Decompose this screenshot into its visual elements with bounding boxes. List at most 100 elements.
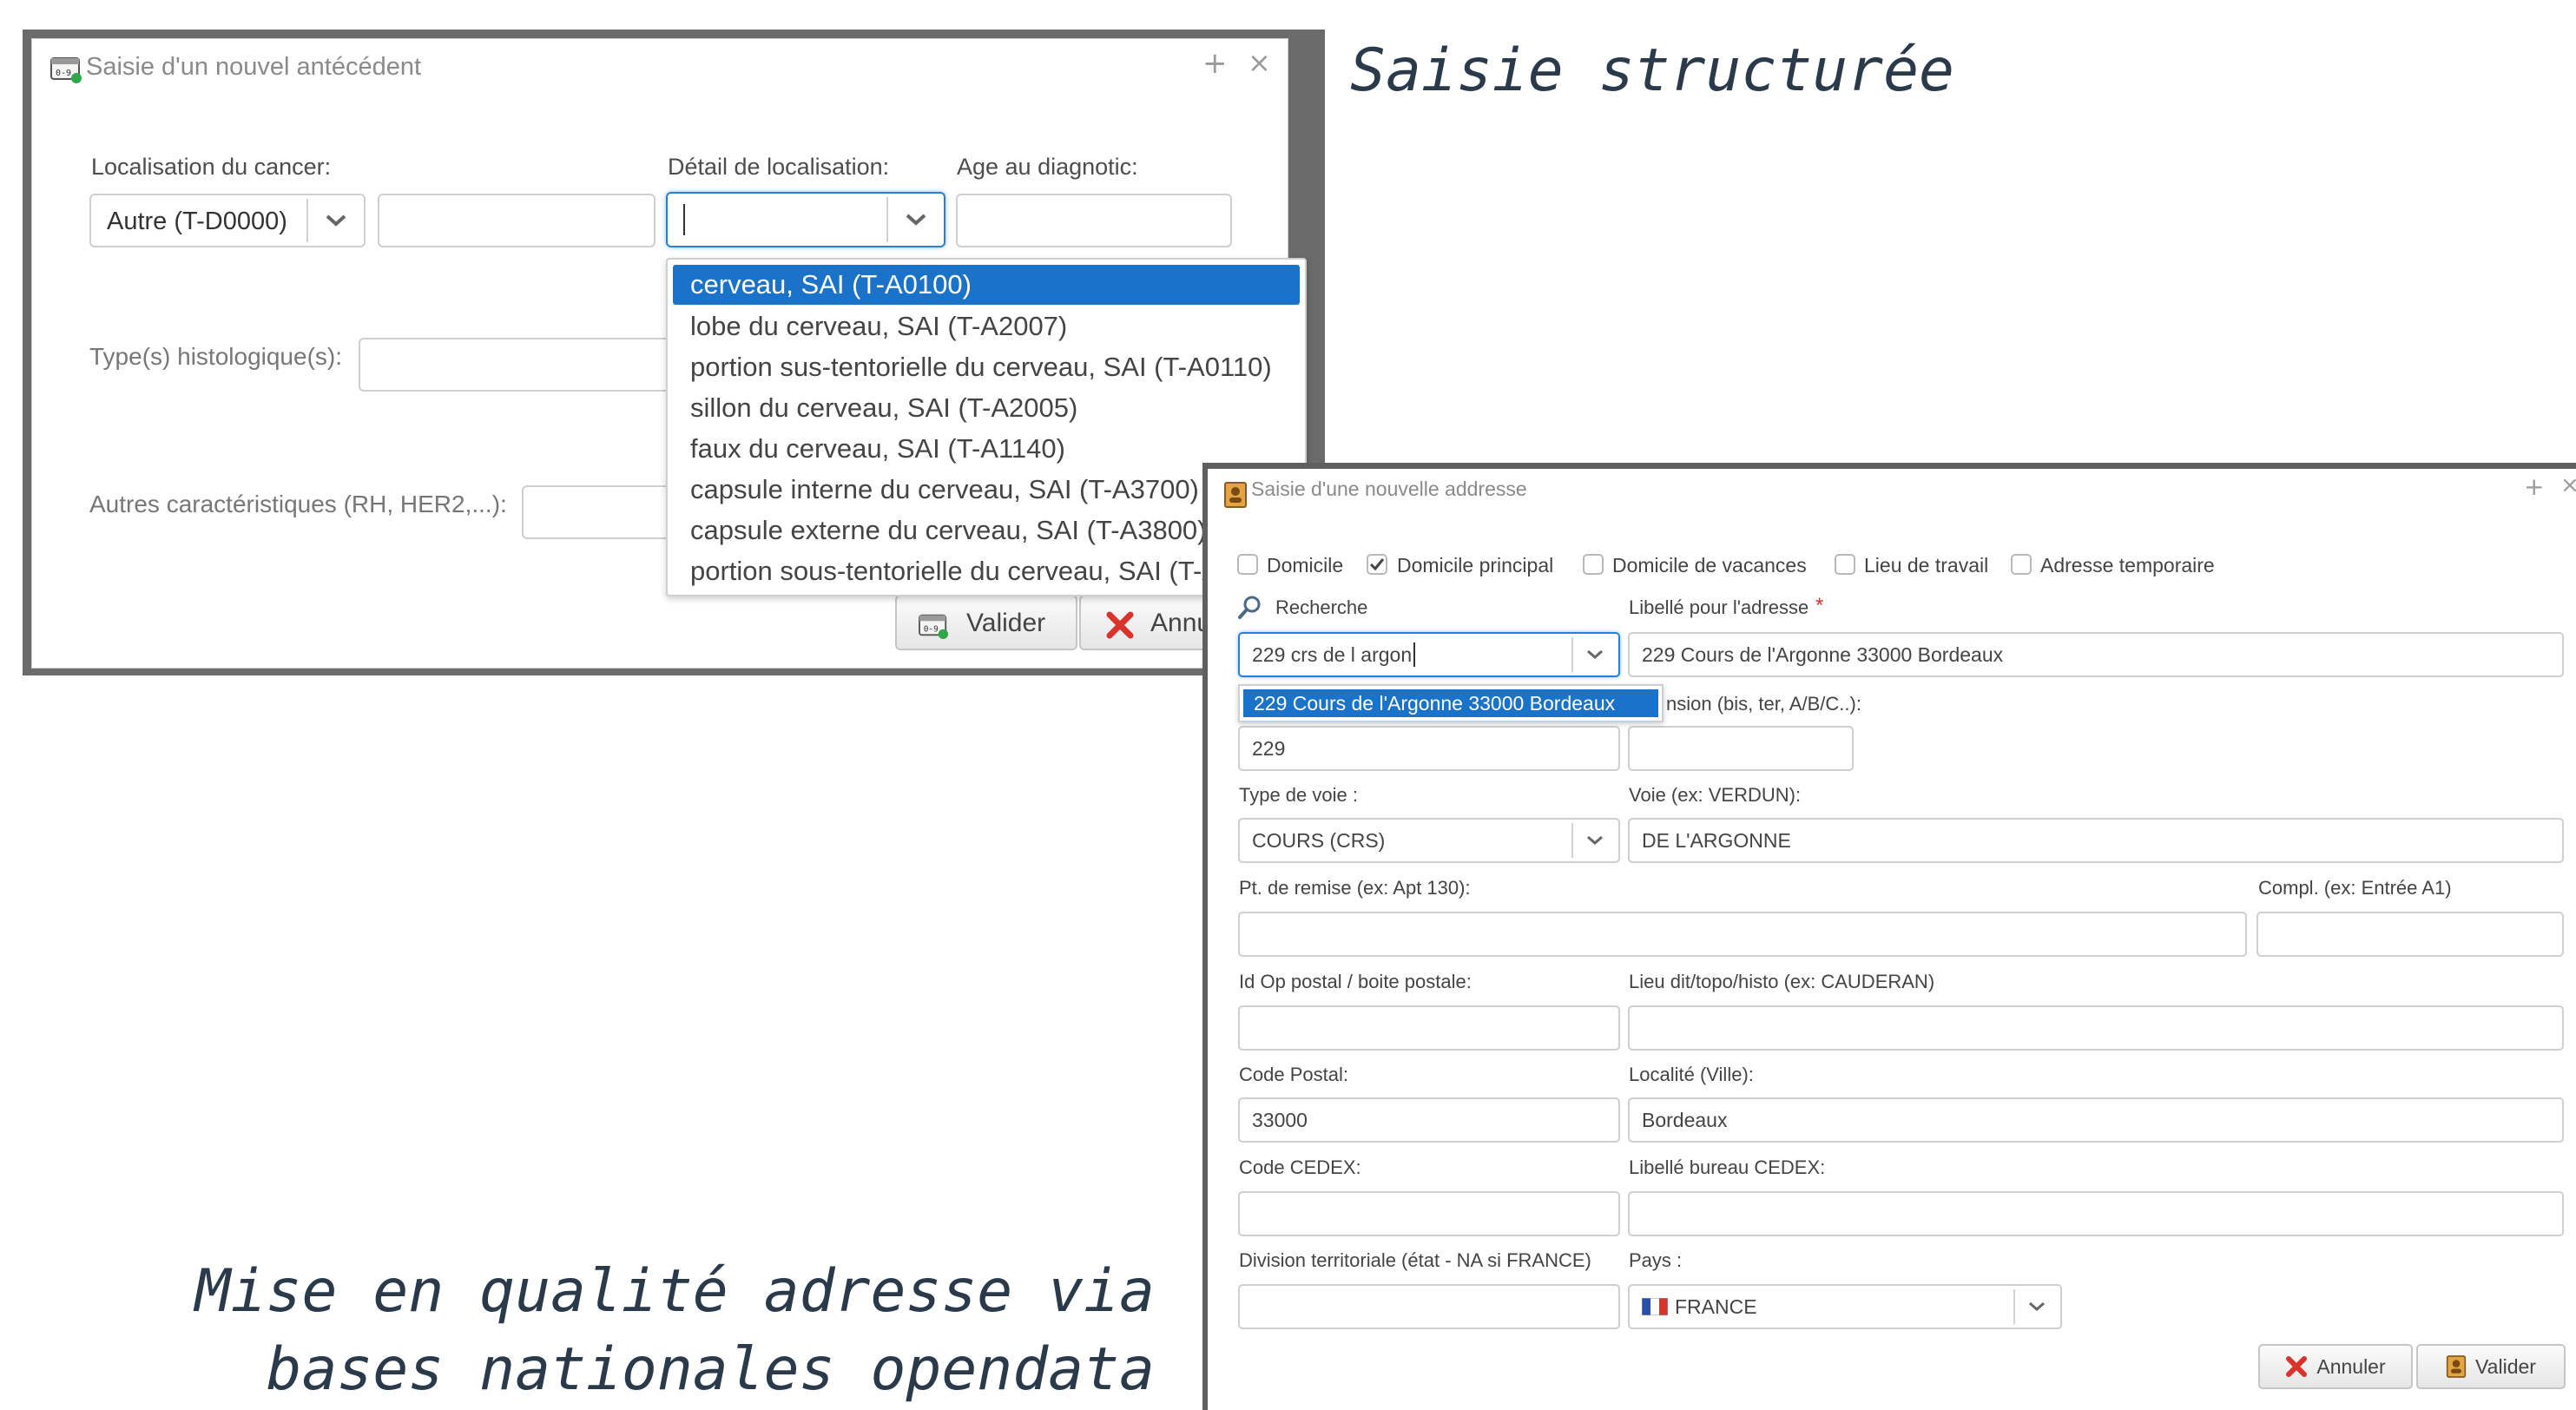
text-cursor: [1413, 642, 1416, 667]
checkbox-adresse-temporaire[interactable]: [2011, 554, 2032, 575]
recherche-input[interactable]: 229 crs de l argon: [1238, 632, 1620, 677]
valider-label: Valider: [966, 609, 1046, 637]
checkmark-icon: [1369, 558, 1385, 571]
text-cursor: [683, 204, 685, 235]
label-localite: Localité (Ville):: [1629, 1064, 1754, 1085]
address-book-icon: [2446, 1355, 2467, 1378]
dropdown-option[interactable]: lobe du cerveau, SAI (T-A2007): [673, 306, 1067, 346]
label-localisation: Localisation du cancer:: [91, 154, 332, 180]
caption-mise-en-qualite-line2: bases nationales opendata: [266, 1335, 1156, 1404]
svg-text:0-9: 0-9: [924, 625, 939, 635]
label-code-cedex: Code CEDEX:: [1239, 1156, 1361, 1178]
dialog-nouvelle-adresse: Saisie d'une nouvelle addresse + × Domic…: [1208, 469, 2576, 1410]
age-diagnostic-input[interactable]: [956, 194, 1232, 247]
annuler-button[interactable]: Annu: [1079, 595, 1218, 650]
localisation-value: Autre (T-D0000): [107, 208, 287, 235]
checkbox-domicile-principal[interactable]: [1367, 554, 1387, 575]
label-lieu-dit: Lieu dit/topo/histo (ex: CAUDERAN): [1629, 971, 1935, 992]
calendar-icon: 0-9: [50, 57, 82, 83]
close-icon[interactable]: ×: [2560, 472, 2576, 498]
dropdown-option[interactable]: capsule interne du cerveau, SAI (T-A3700…: [673, 470, 1199, 510]
recherche-suggestions: 229 Cours de l'Argonne 33000 Bordeaux: [1238, 684, 1664, 722]
maximize-icon[interactable]: +: [2524, 472, 2544, 501]
checkbox-label: Lieu de travail: [1864, 554, 1989, 577]
annuler-label: Annuler: [2316, 1354, 2386, 1378]
label-pays: Pays :: [1629, 1249, 1683, 1271]
annuler-button[interactable]: Annuler: [2258, 1344, 2413, 1389]
checkbox-lieu-travail[interactable]: [1835, 554, 1855, 575]
dropdown-option[interactable]: portion sus-tentorielle du cerveau, SAI …: [673, 347, 1272, 387]
dialog-nouvel-antecedent: 0-9 Saisie d'un nouvel antécédent + × Lo…: [31, 38, 1307, 669]
id-op-postal-input[interactable]: [1238, 1005, 1620, 1051]
caption-saisie-structuree: Saisie structurée: [1350, 36, 1954, 105]
dialog1-title: Saisie d'un nouvel antécédent: [86, 53, 422, 81]
dropdown-option[interactable]: faux du cerveau, SAI (T-A1140): [673, 429, 1065, 469]
type-voie-toggle[interactable]: [1571, 823, 1617, 858]
chevron-down-icon: [326, 214, 346, 227]
suggestion-item[interactable]: 229 Cours de l'Argonne 33000 Bordeaux: [1243, 689, 1658, 717]
checkbox-label: Domicile: [1267, 554, 1344, 577]
svg-text:0-9: 0-9: [56, 69, 71, 78]
label-type-voie: Type de voie :: [1239, 784, 1358, 806]
label-extension: nsion (bis, ter, A/B/C..):: [1666, 693, 1861, 715]
code-cedex-input[interactable]: [1238, 1191, 1620, 1236]
caption-mise-en-qualite-line1: Mise en qualité adresse via: [194, 1257, 1155, 1326]
cancel-x-icon: [2286, 1356, 2308, 1377]
maximize-icon[interactable]: +: [1202, 46, 1228, 81]
valider-button[interactable]: 0-9 Valider: [895, 595, 1077, 650]
dropdown-option[interactable]: cerveau, SAI (T-A0100): [673, 265, 1300, 305]
close-icon[interactable]: ×: [1248, 46, 1271, 79]
localisation-text-input[interactable]: [378, 194, 656, 247]
voie-input[interactable]: DE L'ARGONNE: [1628, 818, 2564, 863]
cancel-x-icon: [1106, 611, 1134, 639]
libelle-adresse-input[interactable]: 229 Cours de l'Argonne 33000 Bordeaux: [1628, 632, 2564, 677]
label-id-op-postal: Id Op postal / boite postale:: [1239, 971, 1472, 992]
label-code-postal: Code Postal:: [1239, 1064, 1348, 1085]
checkbox-domicile[interactable]: [1237, 554, 1258, 575]
lieu-dit-input[interactable]: [1628, 1005, 2564, 1051]
france-flag-icon: [1642, 1298, 1668, 1315]
checkbox-label: Adresse temporaire: [2040, 554, 2215, 577]
numero-input[interactable]: 229: [1238, 726, 1620, 771]
detail-toggle[interactable]: [886, 197, 944, 242]
label-pt-remise: Pt. de remise (ex: Apt 130):: [1239, 877, 1471, 899]
pays-select[interactable]: FRANCE: [1628, 1284, 2062, 1329]
valider-label: Valider: [2475, 1354, 2536, 1378]
label-compl: Compl. (ex: Entrée A1): [2258, 877, 2452, 899]
code-postal-input[interactable]: 33000: [1238, 1097, 1620, 1143]
label-type-histologique: Type(s) histologique(s):: [89, 343, 343, 370]
checkbox-label: Domicile principal: [1397, 554, 1554, 577]
histologie-input[interactable]: [359, 338, 671, 392]
calendar-icon: 0-9: [919, 614, 949, 640]
label-detail-localisation: Détail de localisation:: [668, 154, 890, 180]
label-autres-caracteristiques: Autres caractéristiques (RH, HER2,...):: [89, 491, 507, 517]
chevron-down-icon: [1587, 649, 1603, 659]
chevron-down-icon: [906, 214, 926, 226]
compl-input[interactable]: [2256, 912, 2564, 957]
localite-input[interactable]: Bordeaux: [1628, 1097, 2564, 1143]
dialog2-title: Saisie d'une nouvelle addresse: [1251, 478, 1527, 500]
pays-toggle[interactable]: [2013, 1289, 2059, 1324]
label-age-diagnostic: Age au diagnotic:: [957, 154, 1138, 180]
dropdown-option[interactable]: capsule externe du cerveau, SAI (T-A3800…: [673, 511, 1207, 550]
type-voie-select[interactable]: COURS (CRS): [1238, 818, 1620, 863]
dropdown-option[interactable]: sillon du cerveau, SAI (T-A2005): [673, 388, 1077, 428]
dropdown-option[interactable]: portion sous-tentorielle du cerveau, SAI…: [673, 551, 1220, 591]
chevron-down-icon: [2029, 1301, 2045, 1311]
label-voie: Voie (ex: VERDUN):: [1629, 784, 1802, 806]
localisation-toggle[interactable]: [306, 199, 364, 242]
libelle-bureau-cedex-input[interactable]: [1628, 1191, 2564, 1236]
label-libelle-bureau-cedex: Libellé bureau CEDEX:: [1629, 1156, 1826, 1178]
label-division-territoriale: Division territoriale (état - NA si FRAN…: [1239, 1249, 1591, 1271]
recherche-toggle[interactable]: [1571, 637, 1617, 672]
pt-remise-input[interactable]: [1238, 912, 2247, 957]
division-territoriale-input[interactable]: [1238, 1284, 1620, 1329]
extension-input[interactable]: [1628, 726, 1854, 771]
recherche-value: 229 crs de l argon: [1252, 642, 1413, 666]
chevron-down-icon: [1587, 835, 1603, 845]
valider-button[interactable]: Valider: [2416, 1344, 2566, 1389]
label-recherche: Recherche: [1275, 596, 1368, 618]
checkbox-domicile-vacances[interactable]: [1583, 554, 1604, 575]
detail-localisation-select[interactable]: [666, 192, 945, 247]
localisation-select[interactable]: Autre (T-D0000): [89, 194, 366, 247]
